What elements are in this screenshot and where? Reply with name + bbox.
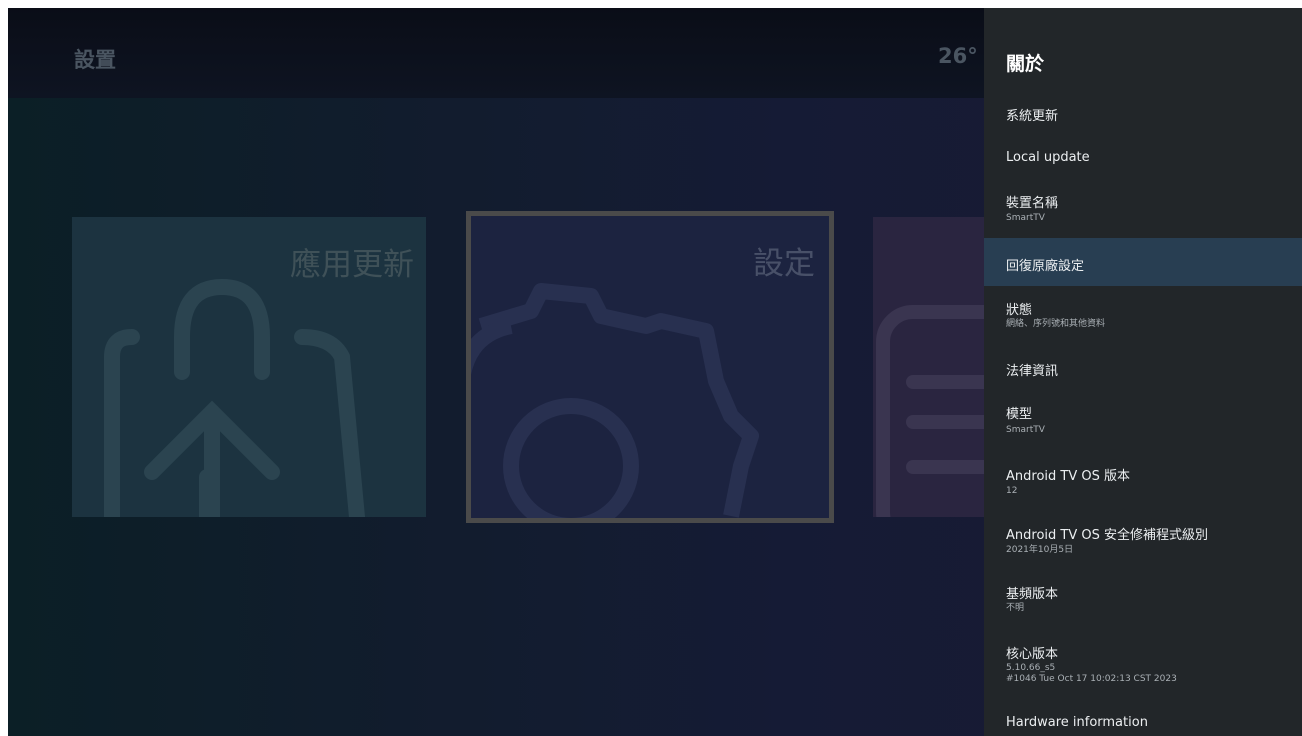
item-label: Hardware information xyxy=(1006,715,1148,730)
item-value-detail: #1046 Tue Oct 17 10:02:13 CST 2023 xyxy=(1006,674,1177,684)
tv-screen: 設置 26° 應用更新 設定 關於 系統更新 Local update 裝置名稱… xyxy=(8,8,1302,736)
item-value: SmartTV xyxy=(1006,213,1045,223)
item-label: 模型 xyxy=(1006,407,1033,422)
menu-item-status[interactable]: 狀態 網絡、序列號和其他資料 xyxy=(984,286,1302,346)
item-label: 系統更新 xyxy=(1006,109,1059,124)
item-value: 不明 xyxy=(1006,603,1025,613)
item-value: SmartTV xyxy=(1006,425,1045,435)
item-label: Local update xyxy=(1006,150,1090,165)
item-value: 5.10.66_s5 xyxy=(1006,663,1056,673)
item-label: 基頻版本 xyxy=(1006,587,1059,602)
menu-item-local-update[interactable]: Local update xyxy=(984,134,1302,178)
item-label: 狀態 xyxy=(1006,303,1033,318)
background-page-title: 設置 xyxy=(74,48,116,72)
item-value: 12 xyxy=(1006,486,1018,496)
menu-item-hardware-information[interactable]: Hardware information xyxy=(984,706,1302,736)
menu-item-model[interactable]: 模型 SmartTV xyxy=(984,390,1302,448)
item-label: Android TV OS 版本 xyxy=(1006,469,1130,484)
menu-item-factory-reset[interactable]: 回復原廠設定 xyxy=(984,238,1302,286)
about-panel: 關於 系統更新 Local update 裝置名稱 SmartTV 回復原廠設定… xyxy=(984,8,1302,736)
settings-card[interactable]: 設定 xyxy=(466,211,834,523)
menu-item-legal-info[interactable]: 法律資訊 xyxy=(984,346,1302,390)
item-label: Android TV OS 安全修補程式級別 xyxy=(1006,528,1208,543)
menu-item-baseband-version[interactable]: 基頻版本 不明 xyxy=(984,576,1302,638)
menu-item-security-patch[interactable]: Android TV OS 安全修補程式級別 2021年10月5日 xyxy=(984,510,1302,576)
app-update-card[interactable]: 應用更新 xyxy=(72,217,426,517)
menu-item-kernel-version[interactable]: 核心版本 5.10.66_s5 #1046 Tue Oct 17 10:02:1… xyxy=(984,638,1302,706)
card-title: 應用更新 xyxy=(290,247,414,283)
item-value: 網絡、序列號和其他資料 xyxy=(1006,319,1106,329)
item-label: 回復原廠設定 xyxy=(1006,259,1085,274)
item-label: 核心版本 xyxy=(1006,647,1059,662)
menu-item-system-update[interactable]: 系統更新 xyxy=(984,90,1302,134)
card-title: 設定 xyxy=(753,246,815,282)
menu-item-android-version[interactable]: Android TV OS 版本 12 xyxy=(984,448,1302,510)
item-label: 法律資訊 xyxy=(1006,364,1059,379)
item-label: 裝置名稱 xyxy=(1006,196,1059,211)
panel-title: 關於 xyxy=(1006,53,1045,75)
item-value: 2021年10月5日 xyxy=(1006,545,1074,555)
background-clock: 26° xyxy=(938,44,978,68)
menu-item-device-name[interactable]: 裝置名稱 SmartTV xyxy=(984,178,1302,238)
